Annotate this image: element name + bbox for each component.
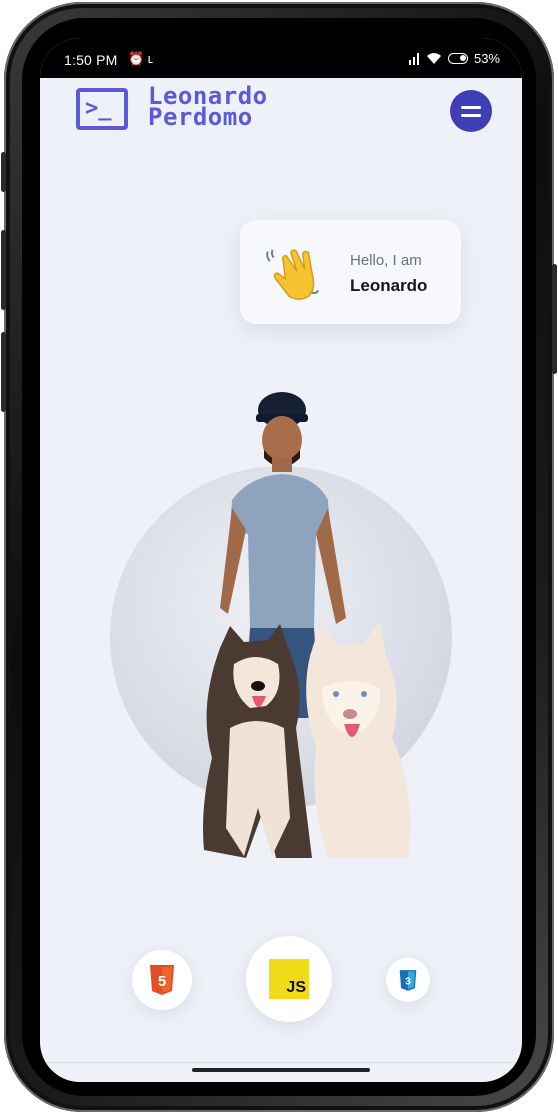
power-button (552, 264, 557, 374)
waving-hand-icon (266, 249, 320, 300)
signal-icon (408, 52, 419, 65)
html5-label: 5 (158, 973, 166, 990)
logo-prompt: >_ (85, 96, 112, 121)
mute-switch (1, 152, 6, 192)
terminal-logo-icon[interactable]: >_ (76, 88, 128, 130)
css3-badge[interactable]: 3 (386, 958, 430, 1002)
app-screen: 1:50 PM ⏰ ʟ 53% >_ Leonardo Perdomo Hell… (40, 38, 522, 1082)
greeting-card: Hello, I am Leonardo (240, 220, 461, 324)
status-right-group: 53% (408, 51, 500, 66)
html5-badge[interactable]: 5 (132, 950, 192, 1010)
volume-up-button (1, 230, 6, 310)
javascript-label: JS (286, 979, 306, 996)
html5-icon: 5 (150, 965, 174, 995)
hero-photo (203, 392, 410, 858)
css3-icon: 3 (399, 969, 417, 991)
wifi-icon (426, 53, 441, 64)
brand-last-name: Perdomo (148, 103, 253, 131)
brand-name[interactable]: Leonardo Perdomo (148, 84, 268, 131)
status-time: 1:50 PM (64, 52, 118, 68)
greeting-name: Leonardo (350, 276, 428, 295)
hamburger-menu-button[interactable] (450, 90, 492, 132)
javascript-icon: JS (269, 959, 309, 999)
status-bar: 1:50 PM ⏰ ʟ 53% (40, 38, 522, 78)
bottom-divider (40, 1062, 522, 1063)
alarm-icon: ⏰ ʟ (128, 51, 154, 66)
css3-label: 3 (405, 976, 411, 987)
app-header: >_ Leonardo Perdomo (40, 78, 522, 142)
volume-down-button (1, 332, 6, 412)
menu-line (461, 105, 481, 109)
battery-percent: 53% (473, 51, 500, 66)
data-saver-icon (447, 53, 468, 64)
home-indicator[interactable] (192, 1068, 370, 1072)
greeting-hello: Hello, I am (350, 252, 422, 269)
menu-line (461, 113, 481, 117)
javascript-badge[interactable]: JS (246, 936, 332, 1022)
